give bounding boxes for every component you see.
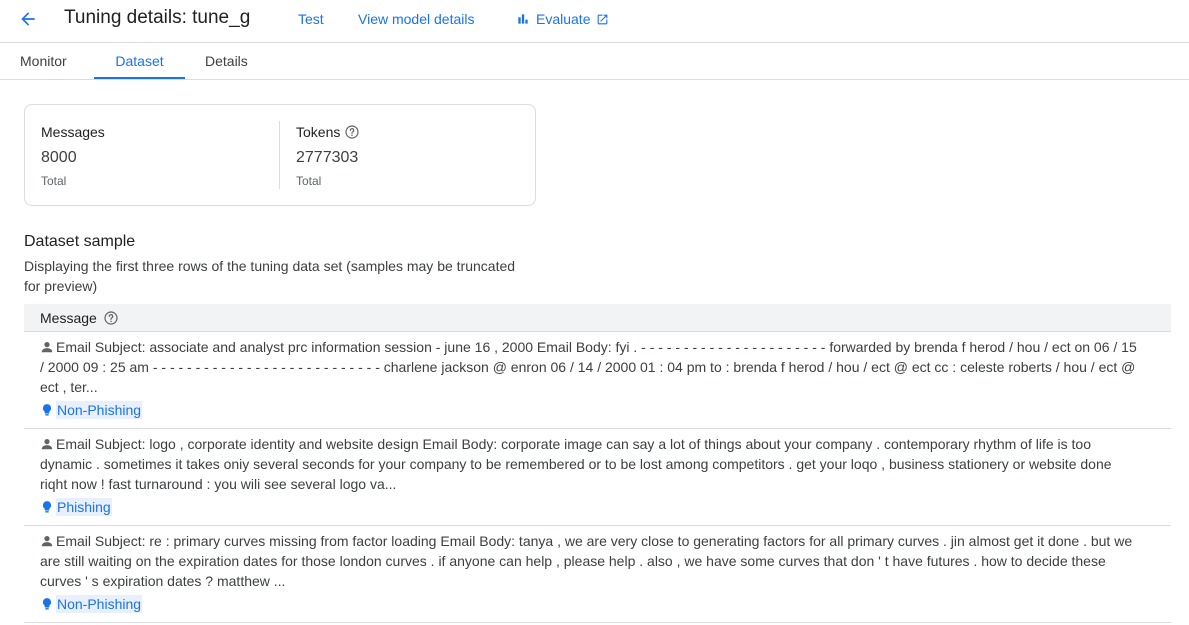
dataset-sample-table: Message Email Subject: associate and ana…	[24, 304, 1171, 623]
table-header: Message	[24, 304, 1171, 332]
message-body: Email Subject: logo , corporate identity…	[40, 436, 1112, 492]
lightbulb-icon	[42, 404, 52, 416]
tokens-sub: Total	[296, 174, 322, 188]
tokens-value: 2777303	[296, 149, 359, 166]
help-circle-icon[interactable]	[103, 310, 119, 326]
dataset-sample-description: Displaying the first three rows of the t…	[24, 258, 516, 294]
person-icon	[41, 536, 53, 547]
column-header-message: Message	[40, 309, 97, 326]
tab-details[interactable]: Details	[205, 43, 248, 79]
messages-label: Messages	[41, 124, 105, 140]
bar-chart-icon	[518, 14, 528, 24]
tab-bar: Monitor Dataset Details	[0, 43, 1189, 80]
message-text: Email Subject: re : primary curves missi…	[40, 531, 1140, 591]
evaluate-link[interactable]: Evaluate	[516, 10, 609, 28]
dataset-sample-title: Dataset sample	[24, 233, 136, 250]
back-button[interactable]	[16, 7, 40, 31]
arrow-back-icon	[21, 12, 35, 26]
person-icon	[41, 439, 53, 450]
label-line: Non-Phishing	[40, 595, 143, 613]
label-line: Non-Phishing	[40, 401, 143, 419]
messages-sub: Total	[41, 174, 67, 188]
test-link[interactable]: Test	[298, 10, 324, 28]
tab-dataset[interactable]: Dataset	[94, 43, 185, 79]
person-icon	[41, 342, 53, 353]
stats-card: Messages 8000 Total Tokens 2777303 Total	[24, 104, 536, 206]
message-body: Email Subject: re : primary curves missi…	[40, 533, 1133, 589]
evaluate-label: Evaluate	[536, 11, 591, 27]
message-text: Email Subject: associate and analyst prc…	[40, 337, 1140, 397]
tokens-label-wrap: Tokens	[296, 124, 360, 140]
label-line: Phishing	[40, 498, 112, 516]
open-in-new-icon	[598, 14, 608, 24]
message-text: Email Subject: logo , corporate identity…	[40, 434, 1140, 494]
top-bar: Tuning details: tune_g Test View model d…	[0, 0, 1189, 43]
table-row: Email Subject: logo , corporate identity…	[24, 429, 1171, 526]
stat-divider	[279, 121, 280, 189]
table-row: Email Subject: associate and analyst prc…	[24, 332, 1171, 429]
tab-monitor[interactable]: Monitor	[20, 43, 67, 79]
label-tag: Non-Phishing	[56, 401, 143, 419]
messages-value: 8000	[41, 149, 77, 166]
help-circle-icon[interactable]	[344, 124, 360, 140]
tokens-label: Tokens	[296, 124, 341, 140]
table-row: Email Subject: re : primary curves missi…	[24, 526, 1171, 623]
message-body: Email Subject: associate and analyst prc…	[40, 339, 1137, 395]
lightbulb-icon	[42, 501, 52, 513]
label-tag: Non-Phishing	[56, 595, 143, 613]
label-tag: Phishing	[56, 498, 112, 516]
lightbulb-icon	[42, 598, 52, 610]
view-model-details-link[interactable]: View model details	[358, 10, 474, 28]
page-title: Tuning details: tune_g	[64, 7, 251, 28]
